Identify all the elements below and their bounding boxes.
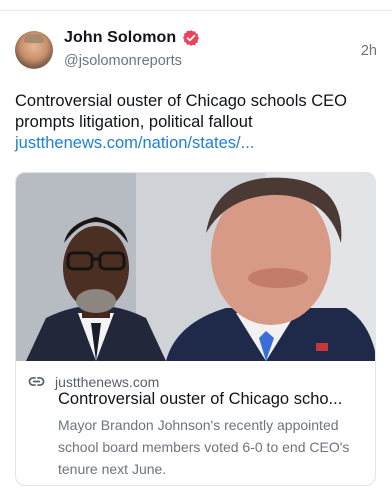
post-text: Controversial ouster of Chicago schools … <box>15 92 347 131</box>
author-display-name[interactable]: John Solomon <box>64 29 176 47</box>
post-link[interactable]: justthenews.com/nation/states/... <box>15 134 254 153</box>
post-timestamp[interactable]: 2h <box>361 43 377 59</box>
author-name-row: John Solomon <box>64 29 200 47</box>
author-handle[interactable]: @jsolomonreports <box>64 53 182 69</box>
link-icon <box>28 373 45 390</box>
link-preview-description: Mayor Brandon Johnson's recently appoint… <box>58 417 350 477</box>
link-preview-title: Controversial ouster of Chicago scho... <box>58 390 343 408</box>
link-preview-card[interactable]: justthenews.com Controversial ouster of … <box>15 172 376 486</box>
verified-badge-icon[interactable] <box>182 29 200 47</box>
author-avatar[interactable] <box>15 31 53 69</box>
preview-photo <box>16 173 375 361</box>
link-preview-image <box>16 173 375 361</box>
avatar-hair <box>24 34 44 43</box>
post[interactable]: John Solomon @jsolomonreports 2h Controv… <box>0 0 392 500</box>
link-preview-meta: justthenews.com <box>28 373 159 390</box>
link-preview-domain: justthenews.com <box>55 373 160 390</box>
